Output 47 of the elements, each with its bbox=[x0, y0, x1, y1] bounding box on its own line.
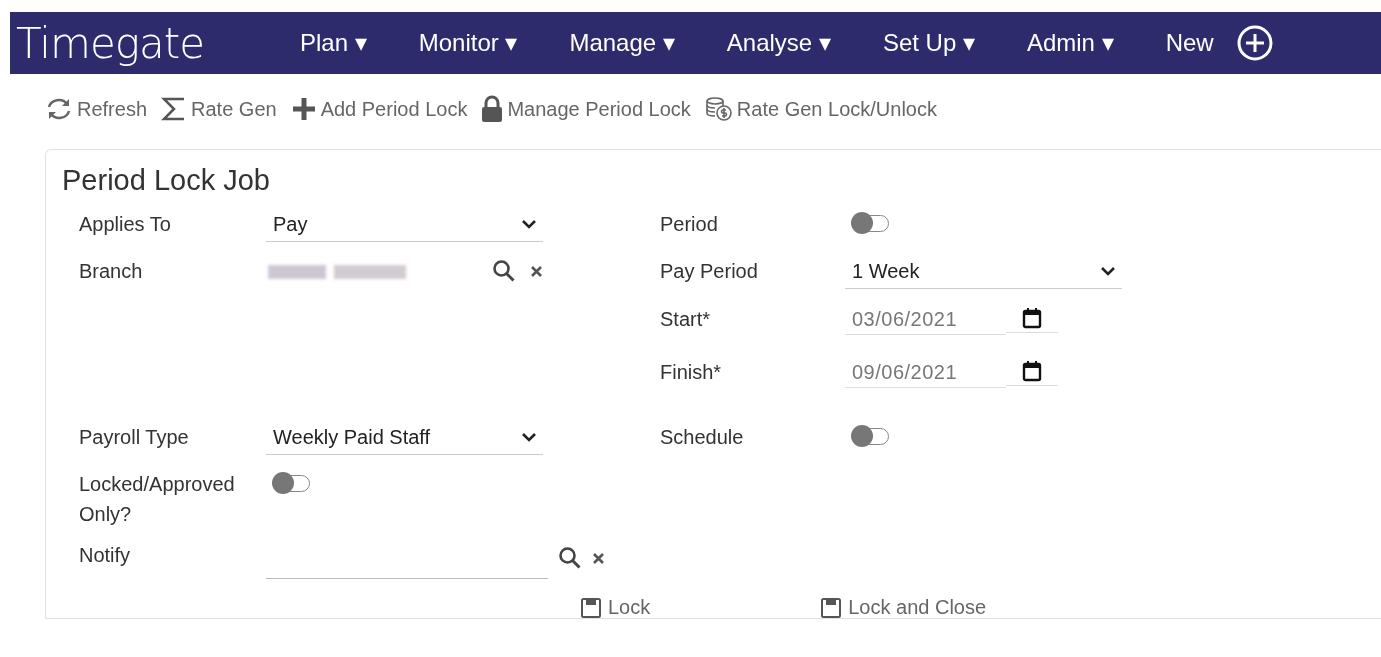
field-label: Applies To bbox=[79, 212, 172, 237]
field-label: Period bbox=[660, 212, 719, 237]
nav-menu-item[interactable]: Admin ▾ bbox=[1026, 29, 1114, 57]
new-menu-item[interactable]: New bbox=[1165, 29, 1214, 57]
field-label: Branch bbox=[79, 259, 144, 284]
toolbar-button[interactable]: Refresh bbox=[77, 97, 148, 121]
chevron-down-icon bbox=[521, 432, 537, 442]
clear-icon[interactable] bbox=[530, 264, 543, 278]
search-icon[interactable] bbox=[492, 259, 516, 283]
field-label: Start* bbox=[660, 307, 712, 332]
dropdown-field[interactable]: 1 Week bbox=[845, 256, 1122, 289]
lock-button[interactable]: Lock and Close bbox=[820, 596, 987, 619]
calendar-icon[interactable] bbox=[1022, 359, 1042, 382]
coins-icon bbox=[704, 96, 733, 122]
chevron-down-icon bbox=[521, 219, 537, 229]
toolbar-button[interactable]: Rate Gen bbox=[191, 97, 277, 121]
date-field[interactable]: 03/06/2021 bbox=[845, 304, 1006, 335]
toolbar-button[interactable]: Rate Gen Lock/Unlock bbox=[736, 97, 937, 121]
dropdown-field[interactable]: Weekly Paid Staff bbox=[266, 422, 543, 455]
calendar-icon[interactable] bbox=[1022, 306, 1042, 329]
clear-icon[interactable] bbox=[592, 552, 605, 565]
lock-button[interactable]: Lock bbox=[580, 596, 651, 619]
app-logo: Timegate bbox=[15, 18, 206, 68]
field-label: Locked/Approved Only? bbox=[79, 472, 236, 527]
save-icon bbox=[580, 596, 602, 619]
nav-menu-item[interactable]: Manage ▾ bbox=[569, 29, 675, 57]
nav-menu-item[interactable]: Monitor ▾ bbox=[418, 29, 518, 57]
field-label: Schedule bbox=[660, 425, 745, 450]
plus-circle-icon[interactable] bbox=[1235, 24, 1274, 62]
chevron-down-icon bbox=[1100, 266, 1116, 276]
field-label: Notify bbox=[79, 543, 132, 568]
date-field[interactable]: 09/06/2021 bbox=[845, 357, 1006, 388]
toolbar-button[interactable]: Add Period Lock bbox=[320, 97, 468, 121]
refresh-icon bbox=[45, 96, 73, 122]
nav-menu-item[interactable]: Analyse ▾ bbox=[726, 29, 831, 57]
plus-icon bbox=[290, 96, 317, 122]
field-label: Finish* bbox=[660, 360, 723, 385]
form-title: Period Lock Job bbox=[62, 164, 271, 197]
field-label: Pay Period bbox=[660, 259, 759, 284]
nav-menu-item[interactable]: Set Up ▾ bbox=[882, 29, 975, 57]
save-icon bbox=[820, 596, 843, 619]
toolbar-button[interactable]: Manage Period Lock bbox=[507, 97, 691, 121]
dropdown-field[interactable]: Pay bbox=[266, 209, 543, 242]
lock-icon bbox=[481, 95, 504, 123]
field-label: Payroll Type bbox=[79, 425, 190, 450]
search-icon[interactable] bbox=[558, 546, 582, 570]
nav-menu-item[interactable]: Plan ▾ bbox=[300, 29, 367, 57]
